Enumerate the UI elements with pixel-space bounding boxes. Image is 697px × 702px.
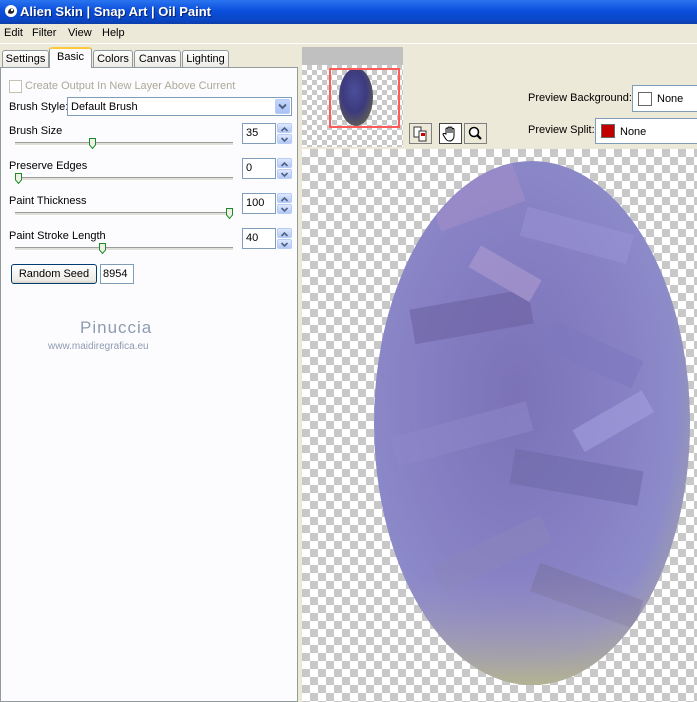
chevron-down-icon [278, 103, 287, 110]
brush-size-up-button[interactable] [277, 123, 292, 133]
paint-stroke-length-slider[interactable] [15, 247, 233, 251]
preview-split-swatch [601, 124, 615, 138]
chevron-down-icon [280, 207, 289, 213]
chevron-up-icon [280, 126, 289, 132]
menu-help[interactable]: Help [102, 27, 125, 39]
preview-split-select[interactable]: None [595, 118, 697, 144]
paint-thickness-up-button[interactable] [277, 193, 292, 203]
paint-thickness-slider[interactable] [15, 212, 233, 216]
paint-thickness-label: Paint Thickness [9, 195, 87, 207]
preview-background-value: None [657, 93, 684, 105]
brush-size-slider-thumb[interactable] [88, 138, 96, 149]
create-output-label: Create Output In New Layer Above Current [25, 80, 236, 92]
brush-style-dropdown-button[interactable] [275, 99, 290, 114]
paint-stroke-length-input[interactable]: 40 [242, 228, 276, 249]
chevron-up-icon [280, 196, 289, 202]
paint-stroke-length-up-button[interactable] [277, 228, 292, 238]
tab-strip: Settings Basic Colors Canvas Lighting [0, 47, 300, 68]
preview-split-value: None [620, 126, 647, 138]
magnifier-icon [468, 126, 482, 140]
settings-panel: Create Output In New Layer Above Current… [0, 67, 298, 702]
preserve-edges-slider[interactable] [15, 177, 233, 181]
pan-tool-button[interactable] [439, 123, 462, 144]
navigator[interactable] [302, 47, 403, 147]
menu-bar: Edit Filter View Help [0, 24, 697, 44]
chevron-up-icon [280, 231, 289, 237]
watermark-url: www.maidiregrafica.eu [48, 341, 149, 352]
paint-stroke-length-spinner[interactable]: 40 [242, 228, 293, 249]
tab-lighting[interactable]: Lighting [182, 50, 229, 67]
compare-icon [413, 126, 427, 142]
random-seed-input[interactable]: 8954 [100, 264, 134, 284]
tab-canvas[interactable]: Canvas [134, 50, 181, 67]
create-output-checkbox[interactable] [9, 80, 22, 93]
preserve-edges-input[interactable]: 0 [242, 158, 276, 179]
preview-canvas[interactable] [302, 149, 697, 702]
compare-button[interactable] [409, 123, 432, 144]
paint-stroke-length-slider-thumb[interactable] [99, 243, 107, 254]
hand-icon [442, 126, 455, 142]
brush-style-select[interactable]: Default Brush [67, 97, 292, 116]
chevron-down-icon [280, 137, 289, 143]
tab-colors[interactable]: Colors [93, 50, 133, 67]
preserve-edges-label: Preserve Edges [9, 160, 88, 172]
preserve-edges-down-button[interactable] [277, 169, 292, 179]
menu-view[interactable]: View [68, 27, 92, 39]
menu-edit[interactable]: Edit [4, 27, 23, 39]
tab-settings[interactable]: Settings [2, 50, 49, 67]
paint-thickness-down-button[interactable] [277, 204, 292, 214]
preview-background-select[interactable]: None [632, 85, 697, 112]
preview-background-label: Preview Background: [528, 92, 632, 104]
paint-thickness-spinner[interactable]: 100 [242, 193, 293, 214]
chevron-down-icon [280, 242, 289, 248]
brush-size-label: Brush Size [9, 125, 63, 137]
watermark-name: Pinuccia [80, 318, 153, 337]
random-seed-button[interactable]: Random Seed [11, 264, 97, 284]
brush-style-value: Default Brush [71, 101, 138, 113]
preserve-edges-spinner[interactable]: 0 [242, 158, 293, 179]
window-title: Alien Skin | Snap Art | Oil Paint [20, 4, 211, 19]
title-bar: Alien Skin | Snap Art | Oil Paint [0, 0, 697, 24]
brush-size-slider[interactable] [15, 142, 233, 146]
app-icon [5, 5, 17, 17]
tab-basic[interactable]: Basic [49, 47, 92, 68]
brush-size-down-button[interactable] [277, 134, 292, 144]
menu-filter[interactable]: Filter [32, 27, 56, 39]
brush-size-input[interactable]: 35 [242, 123, 276, 144]
chevron-up-icon [280, 161, 289, 167]
preview-split-label: Preview Split: [528, 124, 595, 136]
preserve-edges-slider-thumb[interactable] [15, 173, 22, 184]
preview-pane: Preview Background: None Preview Split: … [302, 47, 697, 702]
chevron-down-icon [280, 172, 289, 178]
paint-thickness-input[interactable]: 100 [242, 193, 276, 214]
brush-style-label: Brush Style: [9, 101, 69, 113]
preview-image [374, 161, 690, 685]
paint-stroke-length-down-button[interactable] [277, 239, 292, 249]
zoom-tool-button[interactable] [464, 123, 487, 144]
paint-stroke-length-label: Paint Stroke Length [9, 230, 106, 242]
navigator-viewport-frame[interactable] [329, 68, 400, 128]
paint-thickness-slider-thumb[interactable] [226, 208, 233, 219]
brush-size-spinner[interactable]: 35 [242, 123, 293, 144]
preview-background-swatch [638, 92, 652, 106]
preserve-edges-up-button[interactable] [277, 158, 292, 168]
